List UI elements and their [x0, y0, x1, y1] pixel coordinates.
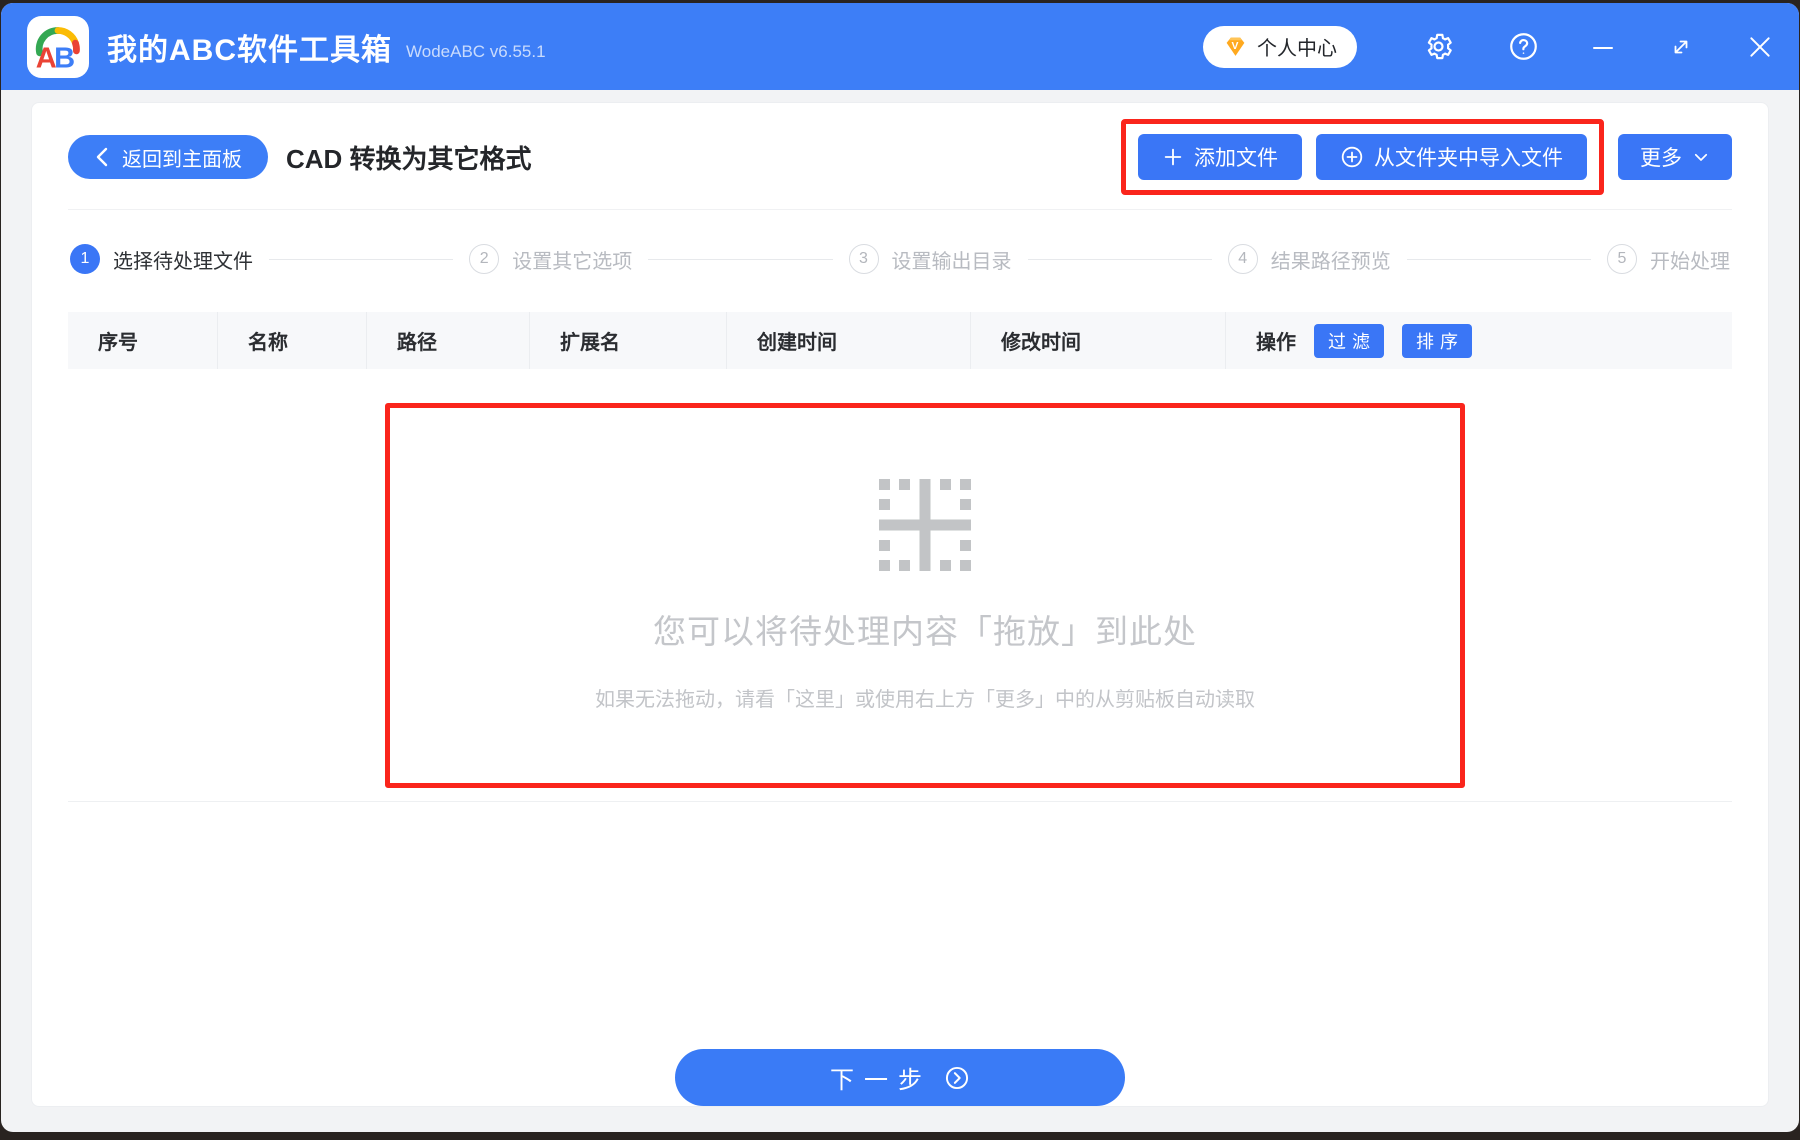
step-3-label: 设置输出目录 [891, 250, 1012, 273]
column-header-actions: 操作 过滤 排序 [1225, 312, 1732, 369]
app-window: A B 我的ABC软件工具箱 WodeABC v6.55.1 V 个人中心 返回… [1, 3, 1799, 1132]
app-logo-icon: A B [27, 15, 89, 78]
content-card: 返回到主面板 CAD 转换为其它格式 添加文件 从文件夹中导入文件 更多 1 选… [31, 102, 1769, 1107]
column-header-name: 名称 [217, 312, 366, 369]
step-connector [269, 258, 454, 260]
more-label: 更多 [1640, 147, 1682, 170]
column-header-path: 路径 [366, 312, 529, 369]
help-icon[interactable] [1508, 31, 1539, 62]
svg-text:B: B [54, 42, 75, 74]
step-1-circle: 1 [70, 244, 100, 274]
page-title: CAD 转换为其它格式 [286, 143, 532, 174]
close-button[interactable] [1747, 34, 1773, 60]
steps-progress: 1 选择待处理文件 2 设置其它选项 3 设置输出目录 4 结果路径预览 5 开… [68, 210, 1732, 274]
chevron-left-icon [96, 147, 108, 167]
step-connector [1406, 258, 1591, 260]
file-table-body: 您可以将待处理内容「拖放」到此处 如果无法拖动，请看「这里」或使用右上方「更多」… [68, 369, 1732, 802]
dropzone-hint: 如果无法拖动，请看「这里」或使用右上方「更多」中的从剪贴板自动读取 [595, 689, 1255, 711]
circle-plus-icon [1341, 146, 1363, 168]
step-options[interactable]: 2 设置其它选项 [469, 244, 632, 274]
step-5-label: 开始处理 [1650, 250, 1730, 273]
import-from-folder-label: 从文件夹中导入文件 [1374, 147, 1563, 170]
step-start-process[interactable]: 5 开始处理 [1607, 244, 1730, 274]
account-center-button[interactable]: V 个人中心 [1203, 25, 1357, 68]
toolbar-right: 添加文件 从文件夹中导入文件 更多 [1121, 119, 1732, 195]
highlight-box-add-import: 添加文件 从文件夹中导入文件 [1121, 119, 1604, 195]
settings-gear-icon[interactable] [1423, 31, 1454, 62]
back-button-label: 返回到主面板 [122, 148, 242, 171]
dashed-plus-drop-icon [879, 479, 971, 571]
file-table-header: 序号 名称 路径 扩展名 创建时间 修改时间 操作 过滤 排序 [68, 312, 1732, 369]
step-connector [648, 258, 833, 260]
back-to-main-button[interactable]: 返回到主面板 [68, 135, 268, 179]
step-output-dir[interactable]: 3 设置输出目录 [848, 244, 1012, 274]
minimize-button[interactable] [1591, 35, 1615, 59]
dropzone-highlight-box[interactable]: 您可以将待处理内容「拖放」到此处 如果无法拖动，请看「这里」或使用右上方「更多」… [385, 403, 1465, 788]
filter-button[interactable]: 过滤 [1314, 323, 1384, 358]
toolbar: 返回到主面板 CAD 转换为其它格式 添加文件 从文件夹中导入文件 更多 [68, 103, 1732, 210]
account-center-label: 个人中心 [1257, 38, 1337, 60]
dropzone-title: 您可以将待处理内容「拖放」到此处 [653, 613, 1197, 650]
import-from-folder-button[interactable]: 从文件夹中导入文件 [1316, 134, 1587, 180]
vip-gem-icon: V [1226, 37, 1245, 56]
next-step-label: 下一步 [830, 1067, 932, 1094]
app-version: WodeABC v6.55.1 [406, 41, 546, 61]
step-result-preview[interactable]: 4 结果路径预览 [1227, 244, 1391, 274]
column-header-created: 创建时间 [726, 312, 970, 369]
actions-label: 操作 [1256, 332, 1296, 354]
column-header-ext: 扩展名 [529, 312, 726, 369]
step-4-circle: 4 [1227, 244, 1258, 274]
step-1-label: 选择待处理文件 [113, 250, 253, 273]
step-4-label: 结果路径预览 [1270, 250, 1391, 273]
circle-arrow-right-icon [945, 1066, 969, 1089]
sort-button[interactable]: 排序 [1402, 323, 1472, 358]
add-files-button[interactable]: 添加文件 [1138, 134, 1302, 180]
app-title: 我的ABC软件工具箱 [107, 33, 392, 67]
add-files-label: 添加文件 [1194, 147, 1278, 170]
more-dropdown-button[interactable]: 更多 [1618, 134, 1732, 180]
maximize-button[interactable] [1669, 35, 1693, 59]
step-3-circle: 3 [848, 244, 879, 274]
chevron-down-icon [1694, 153, 1708, 161]
step-5-circle: 5 [1607, 244, 1637, 274]
titlebar: A B 我的ABC软件工具箱 WodeABC v6.55.1 V 个人中心 [1, 3, 1799, 90]
step-2-circle: 2 [469, 244, 500, 274]
step-select-files[interactable]: 1 选择待处理文件 [70, 244, 253, 274]
step-connector [1027, 258, 1212, 260]
plus-icon [1164, 148, 1182, 166]
next-step-button[interactable]: 下一步 [675, 1049, 1125, 1106]
svg-text:V: V [1232, 41, 1239, 52]
column-header-index: 序号 [98, 332, 138, 354]
main-frame: 返回到主面板 CAD 转换为其它格式 添加文件 从文件夹中导入文件 更多 1 选… [1, 90, 1799, 1132]
step-2-label: 设置其它选项 [512, 250, 633, 273]
column-header-modified: 修改时间 [970, 312, 1225, 369]
